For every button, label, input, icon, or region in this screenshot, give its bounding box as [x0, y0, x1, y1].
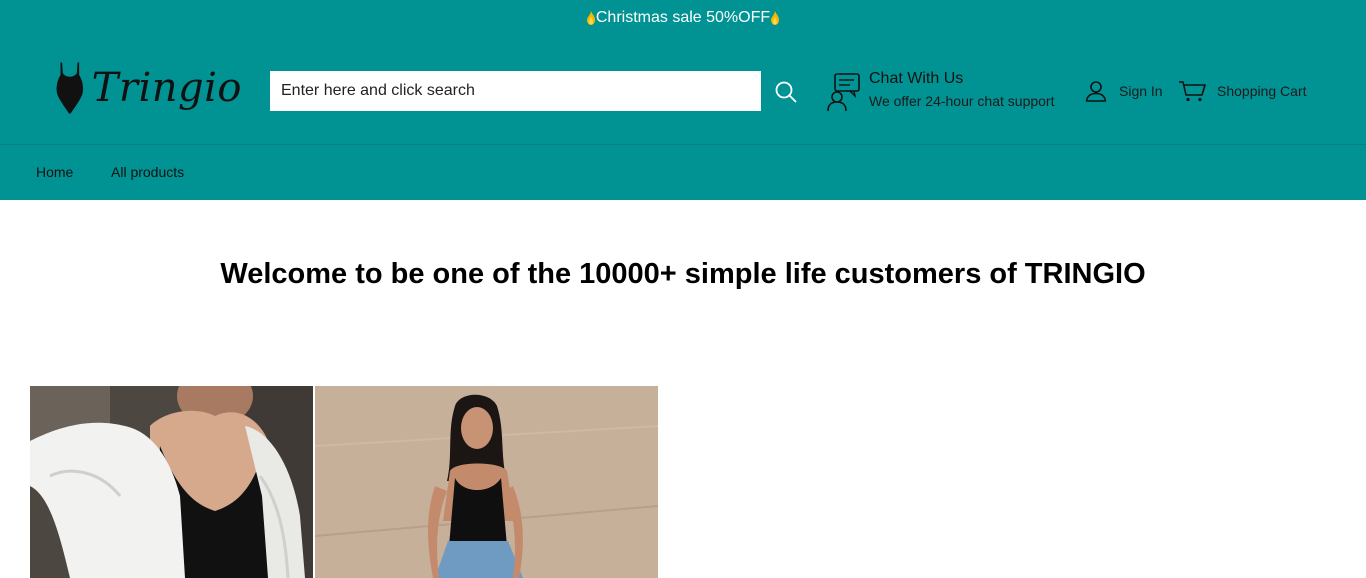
- chat-title: Chat With Us: [869, 70, 964, 87]
- model-photo-right: [315, 386, 658, 578]
- shopping-cart-link[interactable]: Shopping Cart: [1178, 78, 1307, 104]
- product-photo[interactable]: [30, 386, 313, 578]
- cart-icon: [1179, 81, 1206, 102]
- nav-item-home[interactable]: Home: [36, 164, 73, 180]
- welcome-heading: Welcome to be one of the 10000+ simple l…: [220, 258, 1146, 290]
- site-logo[interactable]: Tringio: [52, 50, 242, 125]
- main-nav: Home All products: [0, 145, 1366, 200]
- chat-text: Chat With Us We offer 24-hour chat suppo…: [869, 68, 1054, 112]
- shopping-cart-label: Shopping Cart: [1217, 83, 1307, 99]
- chat-support-icon: [827, 73, 860, 112]
- chat-subtitle: We offer 24-hour chat support: [869, 93, 1055, 109]
- announcement-text: Christmas sale 50%OFF: [595, 9, 771, 26]
- flame-icon: [586, 11, 595, 25]
- search-box: [270, 71, 761, 111]
- search-button[interactable]: [770, 76, 802, 108]
- nav-item-all-products[interactable]: All products: [111, 164, 184, 180]
- model-photo-left: [30, 386, 313, 578]
- site-header: Christmas sale 50%OFF Tringio Chat W: [0, 0, 1366, 200]
- bodysuit-logo-icon: [56, 61, 84, 114]
- search-icon: [775, 81, 797, 103]
- announcement-bar[interactable]: Christmas sale 50%OFF: [0, 0, 1366, 36]
- sign-in-link[interactable]: Sign In: [1085, 78, 1163, 104]
- featured-photos: [30, 386, 658, 578]
- flame-icon: [771, 11, 780, 25]
- brand-name: Tringio: [91, 64, 242, 111]
- sign-in-label: Sign In: [1119, 83, 1163, 99]
- user-icon: [1085, 81, 1107, 102]
- product-photo[interactable]: [315, 386, 658, 578]
- search-input[interactable]: [270, 71, 761, 111]
- chat-support[interactable]: Chat With Us We offer 24-hour chat suppo…: [826, 68, 1076, 116]
